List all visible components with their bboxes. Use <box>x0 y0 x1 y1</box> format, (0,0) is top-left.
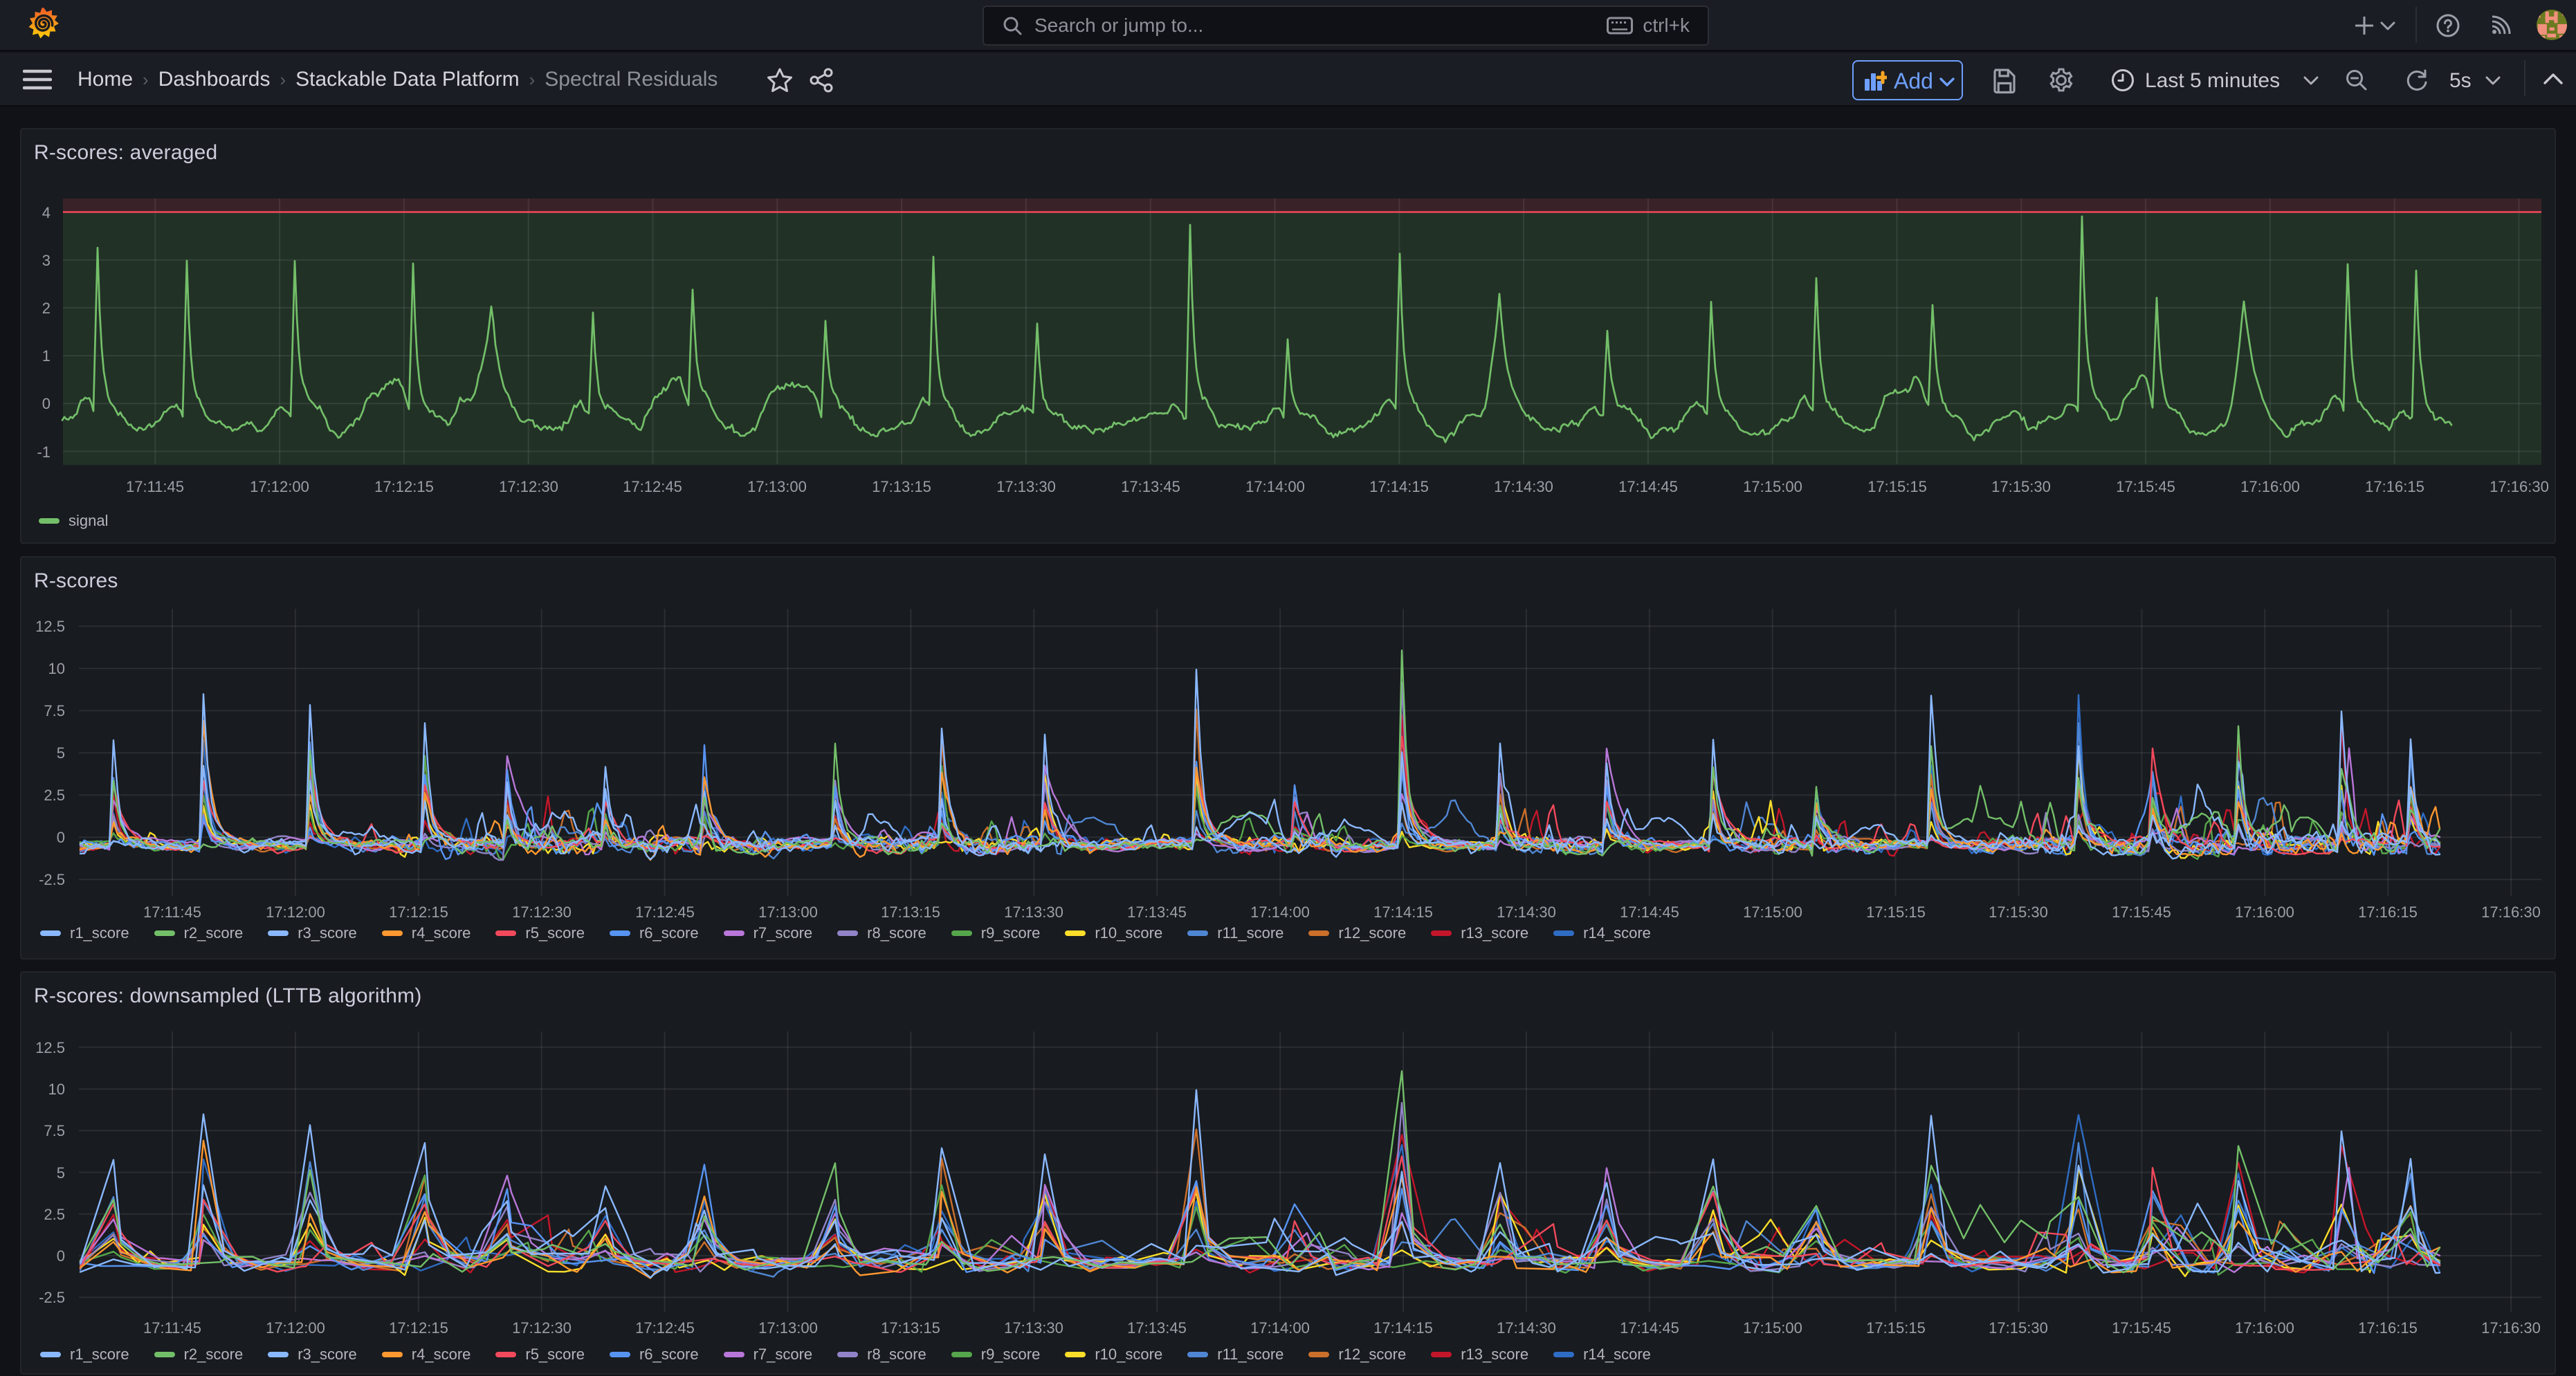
svg-text:-2.5: -2.5 <box>39 871 65 888</box>
svg-text:17:13:00: 17:13:00 <box>758 1319 818 1337</box>
svg-text:17:14:00: 17:14:00 <box>1250 1319 1310 1337</box>
svg-text:0: 0 <box>42 395 51 412</box>
svg-text:1: 1 <box>42 347 51 365</box>
svg-text:17:16:15: 17:16:15 <box>2365 478 2424 495</box>
svg-text:17:13:45: 17:13:45 <box>1127 903 1187 921</box>
svg-text:17:14:30: 17:14:30 <box>1497 1319 1556 1337</box>
svg-text:12.5: 12.5 <box>35 618 65 635</box>
svg-text:17:12:00: 17:12:00 <box>250 478 309 495</box>
svg-text:7.5: 7.5 <box>44 702 65 719</box>
svg-text:17:16:00: 17:16:00 <box>2235 1319 2294 1337</box>
svg-text:17:12:30: 17:12:30 <box>512 1319 572 1337</box>
svg-text:0: 0 <box>57 829 65 846</box>
svg-text:17:15:15: 17:15:15 <box>1866 1319 1926 1337</box>
svg-text:10: 10 <box>48 1081 65 1098</box>
svg-text:17:16:30: 17:16:30 <box>2481 903 2541 921</box>
svg-text:17:13:15: 17:13:15 <box>872 478 931 495</box>
svg-text:0: 0 <box>57 1247 65 1265</box>
svg-text:17:12:45: 17:12:45 <box>623 478 682 495</box>
svg-text:17:14:45: 17:14:45 <box>1618 478 1678 495</box>
svg-text:17:15:00: 17:15:00 <box>1743 478 1802 495</box>
svg-text:5: 5 <box>57 1164 65 1182</box>
svg-text:17:14:45: 17:14:45 <box>1620 903 1679 921</box>
svg-text:17:15:15: 17:15:15 <box>1866 903 1926 921</box>
svg-text:17:16:00: 17:16:00 <box>2235 903 2294 921</box>
svg-text:17:16:30: 17:16:30 <box>2481 1319 2541 1337</box>
svg-text:2.5: 2.5 <box>44 787 65 804</box>
svg-text:17:14:30: 17:14:30 <box>1497 903 1556 921</box>
svg-text:17:12:30: 17:12:30 <box>499 478 558 495</box>
svg-text:3: 3 <box>42 252 51 269</box>
svg-text:17:12:15: 17:12:15 <box>389 903 448 921</box>
svg-text:17:11:45: 17:11:45 <box>143 1319 201 1337</box>
svg-text:17:13:30: 17:13:30 <box>1004 903 1063 921</box>
svg-text:17:15:00: 17:15:00 <box>1743 903 1802 921</box>
svg-text:17:13:00: 17:13:00 <box>758 903 818 921</box>
svg-text:17:12:30: 17:12:30 <box>512 903 572 921</box>
svg-text:17:16:15: 17:16:15 <box>2358 1319 2418 1337</box>
svg-text:17:14:15: 17:14:15 <box>1369 478 1429 495</box>
svg-text:17:11:45: 17:11:45 <box>143 903 201 921</box>
svg-text:17:14:00: 17:14:00 <box>1245 478 1305 495</box>
svg-text:10: 10 <box>48 660 65 677</box>
svg-text:17:13:45: 17:13:45 <box>1121 478 1180 495</box>
svg-text:17:14:15: 17:14:15 <box>1373 1319 1433 1337</box>
svg-text:17:15:45: 17:15:45 <box>2112 903 2171 921</box>
svg-text:17:12:00: 17:12:00 <box>266 903 325 921</box>
svg-text:17:13:15: 17:13:15 <box>881 903 940 921</box>
svg-text:17:14:00: 17:14:00 <box>1250 903 1310 921</box>
svg-text:17:12:15: 17:12:15 <box>389 1319 448 1337</box>
svg-text:17:14:30: 17:14:30 <box>1494 478 1553 495</box>
svg-text:17:15:30: 17:15:30 <box>1989 903 2048 921</box>
svg-text:12.5: 12.5 <box>35 1039 65 1056</box>
svg-text:-1: -1 <box>37 443 51 461</box>
svg-text:17:14:45: 17:14:45 <box>1620 1319 1679 1337</box>
svg-text:17:12:45: 17:12:45 <box>635 1319 695 1337</box>
svg-text:17:15:30: 17:15:30 <box>1989 1319 2048 1337</box>
svg-text:17:11:45: 17:11:45 <box>126 478 184 495</box>
svg-text:17:15:45: 17:15:45 <box>2116 478 2175 495</box>
svg-text:17:13:00: 17:13:00 <box>747 478 807 495</box>
svg-text:2: 2 <box>42 300 51 317</box>
svg-text:17:13:30: 17:13:30 <box>996 478 1056 495</box>
svg-text:17:15:30: 17:15:30 <box>1991 478 2051 495</box>
svg-text:4: 4 <box>42 204 51 221</box>
svg-text:2.5: 2.5 <box>44 1206 65 1223</box>
svg-text:17:12:45: 17:12:45 <box>635 903 695 921</box>
svg-text:5: 5 <box>57 744 65 762</box>
svg-text:17:15:00: 17:15:00 <box>1743 1319 1802 1337</box>
svg-text:17:16:15: 17:16:15 <box>2358 903 2418 921</box>
svg-text:17:16:00: 17:16:00 <box>2240 478 2300 495</box>
svg-text:17:13:30: 17:13:30 <box>1004 1319 1063 1337</box>
svg-text:17:12:00: 17:12:00 <box>266 1319 325 1337</box>
svg-text:-2.5: -2.5 <box>39 1289 65 1306</box>
svg-text:17:13:45: 17:13:45 <box>1127 1319 1187 1337</box>
svg-text:17:15:15: 17:15:15 <box>1867 478 1927 495</box>
svg-text:17:14:15: 17:14:15 <box>1373 903 1433 921</box>
svg-text:17:15:45: 17:15:45 <box>2112 1319 2171 1337</box>
svg-text:17:13:15: 17:13:15 <box>881 1319 940 1337</box>
svg-text:17:12:15: 17:12:15 <box>374 478 434 495</box>
svg-text:7.5: 7.5 <box>44 1122 65 1139</box>
svg-text:17:16:30: 17:16:30 <box>2490 478 2549 495</box>
